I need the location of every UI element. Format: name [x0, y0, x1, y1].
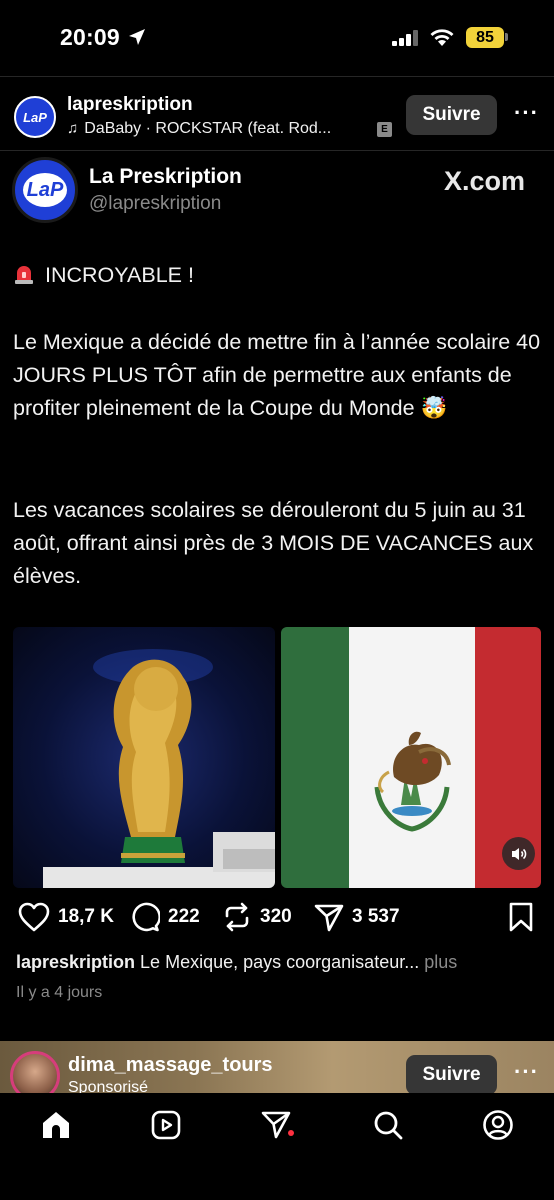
music-track-label: DaBaby · ROCKSTAR (feat. Rod...: [84, 120, 332, 137]
comment-icon: [132, 902, 160, 932]
post-caption[interactable]: lapreskription Le Mexique, pays coorgani…: [16, 952, 546, 973]
speaker-icon: [511, 847, 526, 860]
send-icon[interactable]: [260, 1109, 292, 1141]
search-icon[interactable]: [372, 1109, 404, 1141]
tweet-paragraph-2: Les vacances scolaires se dérouleront du…: [13, 498, 534, 588]
tweet-headline-text: INCROYABLE !: [45, 263, 194, 287]
notification-dot: [288, 1130, 294, 1136]
heart-icon: [18, 902, 50, 932]
battery-nub: [505, 33, 508, 41]
caption-more-link[interactable]: plus: [424, 952, 457, 972]
post-header: LaP lapreskription ♫ DaBaby · ROCKSTAR (f…: [0, 80, 554, 150]
comment-button[interactable]: 222: [130, 902, 200, 932]
explicit-badge: E: [377, 122, 392, 137]
next-more-options-icon[interactable]: ···: [514, 1059, 539, 1085]
tweet-headline: INCROYABLE !: [13, 259, 543, 292]
home-icon[interactable]: [40, 1109, 72, 1141]
like-count: 18,7 K: [58, 906, 114, 927]
status-bar: 20:09 85: [0, 0, 554, 76]
repost-count: 320: [260, 906, 292, 927]
next-post-username[interactable]: dima_massage_tours: [68, 1054, 273, 1077]
like-button[interactable]: 18,7 K: [18, 902, 114, 932]
header-divider: [0, 76, 554, 77]
save-button[interactable]: [508, 902, 542, 932]
avatar-logo-text: LaP: [23, 109, 47, 125]
post-timestamp: Il y a 4 jours: [16, 984, 103, 1001]
status-time: 20:09: [60, 24, 120, 50]
signal-icon: [392, 30, 418, 46]
tweet-avatar-text: LaP: [23, 173, 67, 207]
mexico-coat-of-arms-icon: [374, 731, 451, 832]
tweet-author-name: La Preskription: [89, 165, 242, 188]
share-button[interactable]: 3 537: [314, 902, 400, 932]
wifi-icon: [430, 29, 454, 46]
comment-count: 222: [168, 906, 200, 927]
trophy-illustration: [43, 649, 275, 888]
tweet-paragraph-1: Le Mexique a décidé de mettre fin à l’an…: [13, 330, 541, 420]
post-actions: 18,7 K 222 320 3 537: [0, 902, 554, 938]
x-com-logo: X.com: [444, 166, 526, 196]
next-post-header: dima_massage_tours Sponsorisé Suivre ···: [0, 1041, 554, 1093]
sponsored-label: Sponsorisé: [68, 1079, 149, 1093]
bookmark-icon: [509, 902, 533, 932]
tweet-author-handle: @lapreskription: [89, 193, 222, 214]
next-follow-button[interactable]: Suivre: [406, 1055, 497, 1093]
bottom-nav: [0, 1093, 554, 1200]
sound-toggle-button[interactable]: [502, 837, 535, 870]
caption-text: Le Mexique, pays coorganisateur...: [140, 952, 420, 972]
repost-icon: [225, 902, 249, 932]
caption-username[interactable]: lapreskription: [16, 952, 135, 972]
tweet-avatar: LaP: [12, 157, 78, 223]
reels-icon[interactable]: [150, 1109, 182, 1141]
post-divider: [0, 150, 554, 151]
share-count: 3 537: [352, 906, 400, 927]
next-post-avatar[interactable]: [10, 1051, 60, 1093]
profile-icon[interactable]: [482, 1109, 514, 1141]
flag-white-stripe: [349, 627, 475, 888]
battery-indicator: 85: [466, 27, 504, 48]
share-icon: [314, 904, 344, 932]
world-cup-trophy-image[interactable]: [13, 627, 275, 888]
music-track[interactable]: ♫ DaBaby · ROCKSTAR (feat. Rod...: [67, 120, 331, 138]
music-note-icon: ♫: [67, 120, 79, 137]
avatar[interactable]: LaP: [14, 96, 56, 138]
follow-button[interactable]: Suivre: [406, 95, 497, 135]
more-options-icon[interactable]: ···: [514, 100, 539, 126]
location-arrow-icon: [129, 29, 145, 45]
repost-button[interactable]: 320: [222, 902, 292, 932]
post-username[interactable]: lapreskription: [67, 94, 193, 116]
flag-green-stripe: [281, 627, 349, 888]
siren-icon: [15, 266, 33, 284]
